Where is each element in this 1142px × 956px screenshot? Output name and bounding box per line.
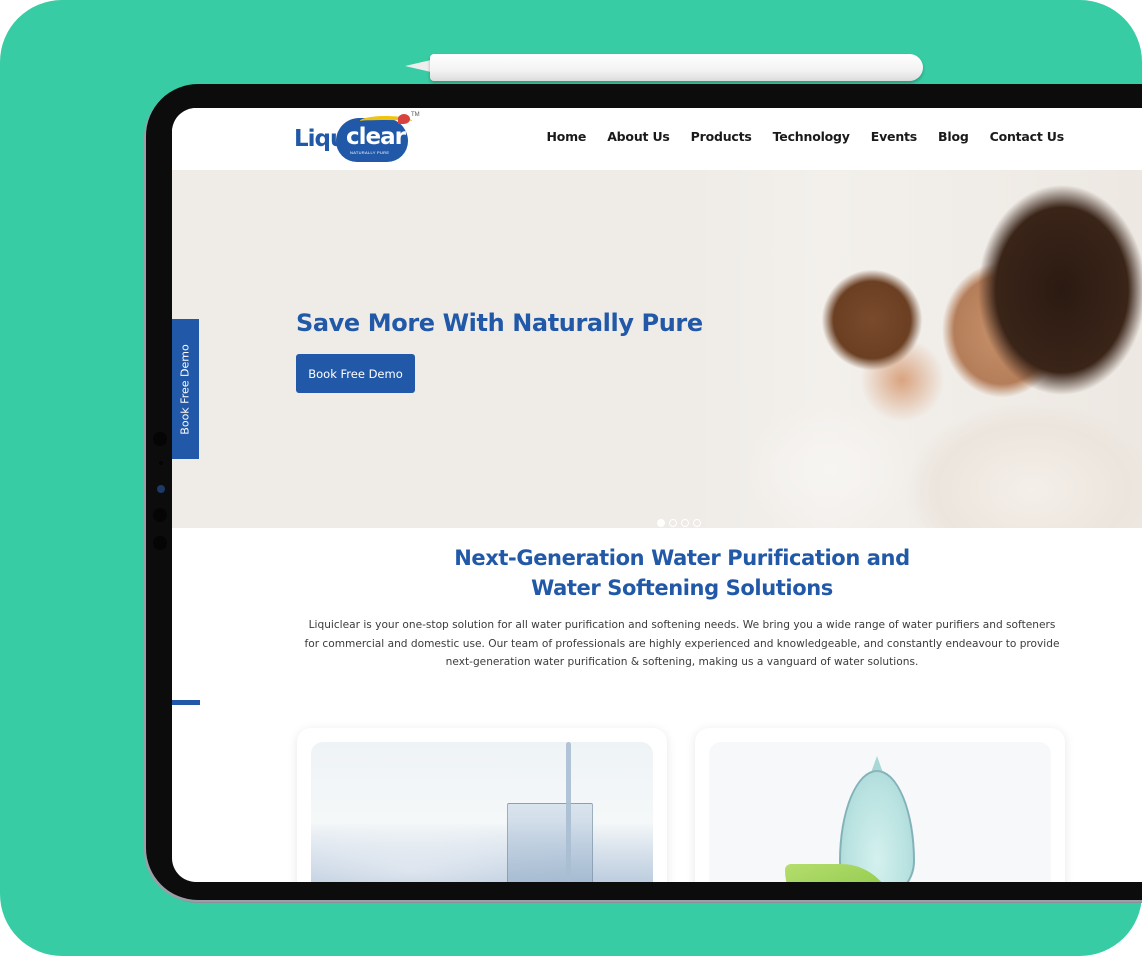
- slider-dot-2[interactable]: [669, 519, 677, 527]
- glass-icon: [507, 803, 593, 882]
- nav-events[interactable]: Events: [871, 129, 917, 144]
- product-card[interactable]: [695, 728, 1065, 882]
- liquiclear-logo[interactable]: Liqui clear NATURALLY PURE TM: [294, 112, 424, 162]
- accent-divider: [172, 700, 200, 705]
- site-header: Liqui clear NATURALLY PURE TM Home About…: [172, 108, 1142, 170]
- intro-title-line-2: Water Softening Solutions: [531, 576, 833, 600]
- nav-products[interactable]: Products: [691, 129, 752, 144]
- hero-image: [692, 170, 1142, 528]
- slider-dot-4[interactable]: [693, 519, 701, 527]
- nav-home[interactable]: Home: [546, 129, 586, 144]
- tablet-sensor: [153, 536, 167, 550]
- tablet-sensor: [153, 508, 167, 522]
- logo-text-word: clear: [346, 124, 406, 150]
- card-image: [709, 742, 1051, 882]
- logo-bird-icon: [398, 114, 410, 124]
- water-stream: [566, 742, 571, 882]
- logo-text-left: Liqui: [294, 126, 353, 152]
- book-free-demo-button[interactable]: Book Free Demo: [296, 354, 415, 393]
- nav-technology[interactable]: Technology: [773, 129, 850, 144]
- product-card[interactable]: [297, 728, 667, 882]
- tablet-screen: Liqui clear NATURALLY PURE TM Home About…: [172, 108, 1142, 882]
- side-book-demo-tab[interactable]: Book Free Demo: [172, 319, 199, 459]
- side-tab-label: Book Free Demo: [179, 343, 192, 435]
- stylus-tip: [405, 60, 431, 72]
- card-image: [311, 742, 653, 882]
- slider-dot-1[interactable]: [657, 519, 665, 527]
- stylus-pencil: [430, 54, 923, 81]
- logo-tagline: NATURALLY PURE: [350, 150, 390, 155]
- slider-dot-3[interactable]: [681, 519, 689, 527]
- intro-paragraph: Liquiclear is your one-stop solution for…: [304, 619, 1060, 668]
- logo-trademark: TM: [411, 112, 420, 118]
- tablet-camera: [157, 485, 165, 493]
- nav-contact-us[interactable]: Contact Us: [990, 129, 1065, 144]
- intro-title: Next-Generation Water Purification and W…: [352, 543, 1012, 603]
- hero-slider: Save More With Naturally Pure Book Free …: [172, 170, 1142, 528]
- intro-title-line-1: Next-Generation Water Purification and: [454, 546, 910, 570]
- nav-blog[interactable]: Blog: [938, 129, 969, 144]
- tablet-sensor: [159, 461, 163, 465]
- nav-about-us[interactable]: About Us: [607, 129, 670, 144]
- tablet-sensor: [153, 432, 167, 446]
- slider-pagination: [657, 519, 701, 527]
- main-nav: Home About Us Products Technology Events…: [546, 129, 1064, 144]
- hero-title: Save More With Naturally Pure: [296, 309, 703, 337]
